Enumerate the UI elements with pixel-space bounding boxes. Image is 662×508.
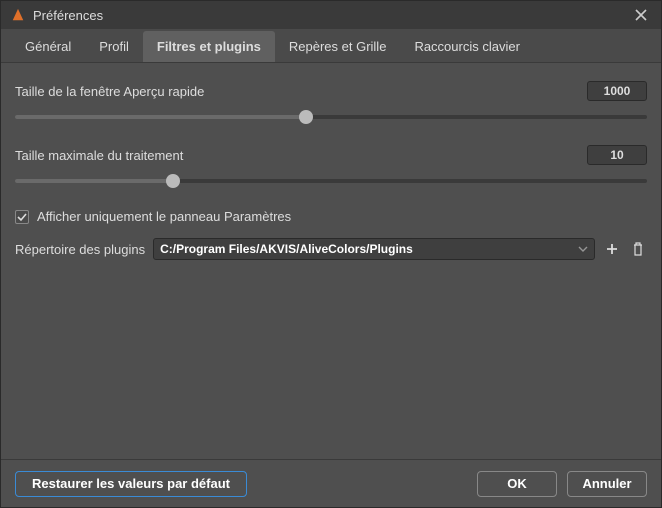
tabs: Général Profil Filtres et plugins Repère… xyxy=(1,29,661,63)
plugin-dir-row: Répertoire des plugins C:/Program Files/… xyxy=(15,238,647,260)
app-icon xyxy=(11,8,25,22)
ok-button[interactable]: OK xyxy=(477,471,557,497)
max-processing-slider[interactable] xyxy=(15,173,647,189)
preview-size-slider[interactable] xyxy=(15,109,647,125)
max-processing-row: Taille maximale du traitement 10 xyxy=(15,145,647,165)
preview-size-label: Taille de la fenêtre Aperçu rapide xyxy=(15,84,204,99)
window-title: Préférences xyxy=(33,8,631,23)
titlebar: Préférences xyxy=(1,1,661,29)
plugin-dir-dropdown[interactable]: C:/Program Files/AKVIS/AliveColors/Plugi… xyxy=(153,238,595,260)
max-processing-value[interactable]: 10 xyxy=(587,145,647,165)
tab-filters-plugins[interactable]: Filtres et plugins xyxy=(143,31,275,62)
checkbox-row: Afficher uniquement le panneau Paramètre… xyxy=(15,209,647,224)
slider-fill xyxy=(15,179,173,183)
preview-size-value[interactable]: 1000 xyxy=(587,81,647,101)
close-icon[interactable] xyxy=(631,9,651,21)
preferences-window: Préférences Général Profil Filtres et pl… xyxy=(0,0,662,508)
footer: Restaurer les valeurs par défaut OK Annu… xyxy=(1,459,661,507)
preview-size-row: Taille de la fenêtre Aperçu rapide 1000 xyxy=(15,81,647,101)
tab-shortcuts[interactable]: Raccourcis clavier xyxy=(400,31,533,62)
chevron-down-icon xyxy=(578,246,588,252)
plugin-dir-path: C:/Program Files/AKVIS/AliveColors/Plugi… xyxy=(160,242,413,256)
restore-defaults-button[interactable]: Restaurer les valeurs par défaut xyxy=(15,471,247,497)
checkbox-label: Afficher uniquement le panneau Paramètre… xyxy=(37,209,291,224)
add-plugin-dir-button[interactable] xyxy=(603,240,621,258)
tab-content: Taille de la fenêtre Aperçu rapide 1000 … xyxy=(1,63,661,459)
plugin-dir-label: Répertoire des plugins xyxy=(15,242,145,257)
delete-plugin-dir-button[interactable] xyxy=(629,240,647,258)
show-params-only-checkbox[interactable] xyxy=(15,210,29,224)
slider-thumb[interactable] xyxy=(299,110,313,124)
max-processing-label: Taille maximale du traitement xyxy=(15,148,183,163)
tab-guides-grid[interactable]: Repères et Grille xyxy=(275,31,401,62)
slider-fill xyxy=(15,115,306,119)
slider-thumb[interactable] xyxy=(166,174,180,188)
cancel-button[interactable]: Annuler xyxy=(567,471,647,497)
tab-profile[interactable]: Profil xyxy=(85,31,143,62)
tab-general[interactable]: Général xyxy=(11,31,85,62)
